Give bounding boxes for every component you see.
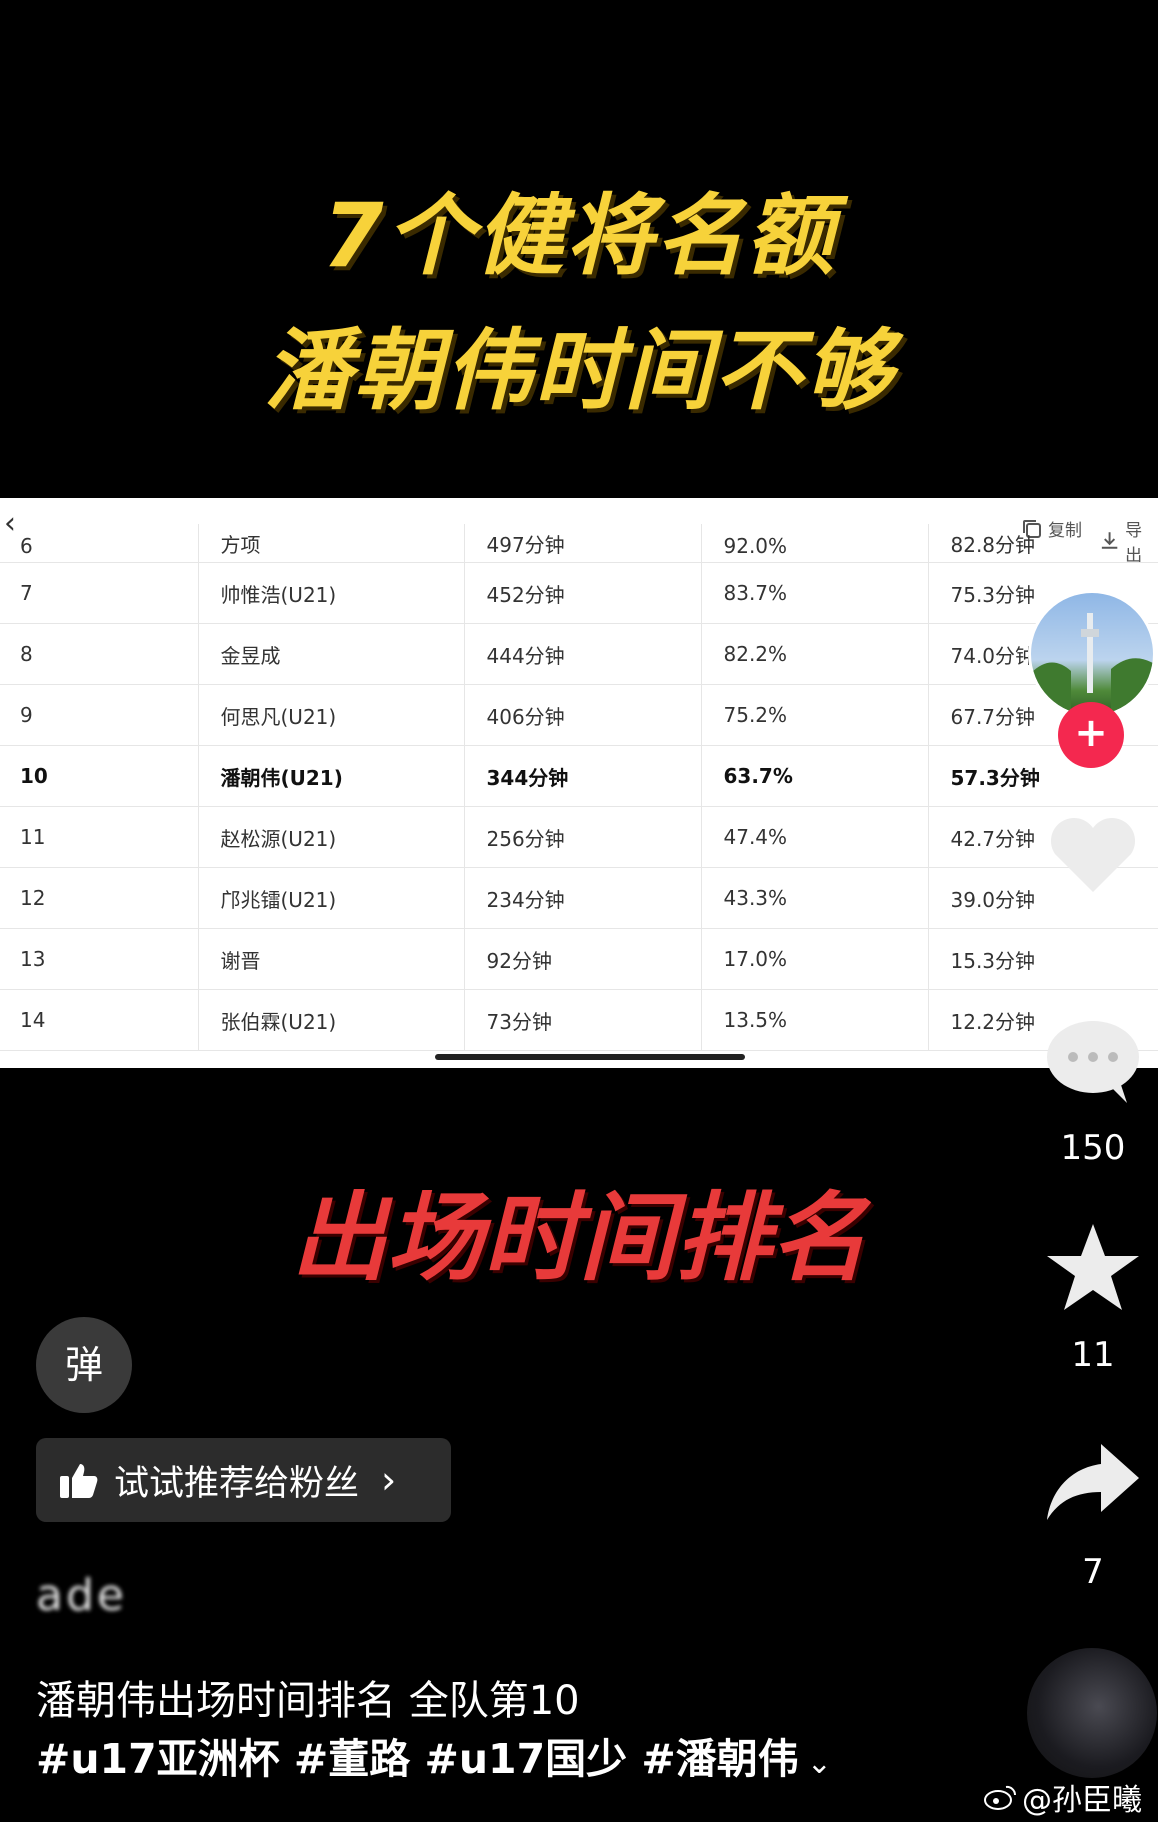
share-count: 7 (1082, 1552, 1104, 1592)
headline-line-1: 7个健将名额 (322, 184, 836, 287)
rank-cell: 11 (0, 806, 199, 868)
table-row: 13 谢晋 92分钟 17.0% 15.3分钟 (0, 928, 1158, 990)
minutes-cell: 406分钟 (464, 684, 702, 746)
player-cell: 潘朝伟(U21) (198, 745, 465, 807)
table-row: 9 何思凡(U21) 406分钟 75.2% 67.7分钟 (0, 684, 1158, 746)
home-indicator (435, 1054, 745, 1060)
comment-icon[interactable] (1043, 1015, 1143, 1105)
percent-cell: 83.7% (701, 562, 929, 624)
rank-cell: 12 (0, 867, 199, 929)
percent-cell: 13.5% (701, 989, 929, 1051)
playing-time-table: 6 方项 497分钟 92.0% 82.8分钟 7 帅惟浩(U21) 452分钟… (0, 524, 1158, 1051)
percent-cell: 43.3% (701, 867, 929, 929)
rank-cell: 8 (0, 623, 199, 685)
minutes-cell: 234分钟 (464, 867, 702, 929)
recommend-to-fans-button[interactable]: 试试推荐给粉丝 › (36, 1438, 451, 1522)
rank-cell: 10 (0, 745, 199, 807)
rank-cell: 9 (0, 684, 199, 746)
heart-icon[interactable] (1043, 810, 1143, 900)
rank-cell: 13 (0, 928, 199, 990)
thumbs-up-icon (60, 1464, 98, 1498)
table-row: 14 张伯霖(U21) 73分钟 13.5% 12.2分钟 (0, 989, 1158, 1051)
table-row: 6 方项 497分钟 92.0% 82.8分钟 (0, 524, 1158, 563)
rank-cell: 7 (0, 562, 199, 624)
hashtags[interactable]: #u17亚洲杯 #董路 #u17国少 #潘朝伟 ⌄ (36, 1725, 832, 1785)
table-row: 7 帅惟浩(U21) 452分钟 83.7% 75.3分钟 (0, 562, 1158, 624)
minutes-cell: 344分钟 (464, 745, 702, 807)
minutes-cell: 497分钟 (464, 524, 702, 563)
music-disc[interactable] (1027, 1648, 1157, 1778)
ranking-title: 出场时间排名 (291, 1182, 867, 1294)
player-cell: 张伯霖(U21) (198, 989, 465, 1051)
table-screenshot: ‹ 复制 导出 6 方项 497分钟 92.0% 82.8分钟 7 帅惟浩(U2… (0, 498, 1158, 1068)
favorite-count: 11 (1071, 1335, 1115, 1375)
table-row: 11 赵松源(U21) 256分钟 47.4% 42.7分钟 (0, 806, 1158, 868)
tower-photo-icon (1031, 613, 1153, 715)
star-icon[interactable] (1043, 1222, 1143, 1312)
table-row: 8 金昱成 444分钟 82.2% 74.0分钟 (0, 623, 1158, 685)
percent-cell: 17.0% (701, 928, 929, 990)
minutes-cell: 444分钟 (464, 623, 702, 685)
video-caption: 潘朝伟出场时间排名 全队第10 (36, 1678, 580, 1724)
minutes-cell: 73分钟 (464, 989, 702, 1051)
danmu-button[interactable]: 弹 (36, 1317, 132, 1413)
weibo-watermark: @孙臣曦 (984, 1775, 1142, 1819)
player-cell: 方项 (198, 524, 465, 563)
average-cell: 82.8分钟 (928, 524, 1158, 563)
like-count: 101 (1060, 925, 1126, 965)
player-cell: 谢晋 (198, 928, 465, 990)
hashtag-text[interactable]: #u17亚洲杯 #董路 #u17国少 #潘朝伟 (36, 1735, 799, 1783)
headline-line-2: 潘朝伟时间不够 (263, 319, 894, 422)
rank-cell: 6 (0, 524, 199, 563)
chevron-down-icon[interactable]: ⌄ (807, 1746, 832, 1781)
table-row: 12 邝兆镭(U21) 234分钟 43.3% 39.0分钟 (0, 867, 1158, 929)
rank-cell: 14 (0, 989, 199, 1051)
minutes-cell: 92分钟 (464, 928, 702, 990)
minutes-cell: 256分钟 (464, 806, 702, 868)
minutes-cell: 452分钟 (464, 562, 702, 624)
share-icon[interactable] (1043, 1440, 1143, 1530)
percent-cell: 63.7% (701, 745, 929, 807)
chevron-right-icon: › (381, 1458, 397, 1502)
watermark-text: @孙臣曦 (1022, 1783, 1142, 1818)
table-row-highlighted: 10 潘朝伟(U21) 344分钟 63.7% 57.3分钟 (0, 745, 1158, 807)
percent-cell: 47.4% (701, 806, 929, 868)
author-name[interactable]: ade (36, 1570, 127, 1621)
player-cell: 何思凡(U21) (198, 684, 465, 746)
recommend-label: 试试推荐给粉丝 (114, 1463, 360, 1504)
follow-button[interactable]: + (1058, 702, 1124, 768)
player-cell: 邝兆镭(U21) (198, 867, 465, 929)
player-cell: 帅惟浩(U21) (198, 562, 465, 624)
player-cell: 金昱成 (198, 623, 465, 685)
comment-count: 150 (1060, 1128, 1126, 1168)
percent-cell: 82.2% (701, 623, 929, 685)
creator-avatar[interactable] (1028, 590, 1156, 718)
weibo-logo-icon (984, 1785, 1017, 1810)
average-cell: 57.3分钟 (928, 745, 1158, 807)
percent-cell: 75.2% (701, 684, 929, 746)
player-cell: 赵松源(U21) (198, 806, 465, 868)
percent-cell: 92.0% (701, 524, 929, 563)
